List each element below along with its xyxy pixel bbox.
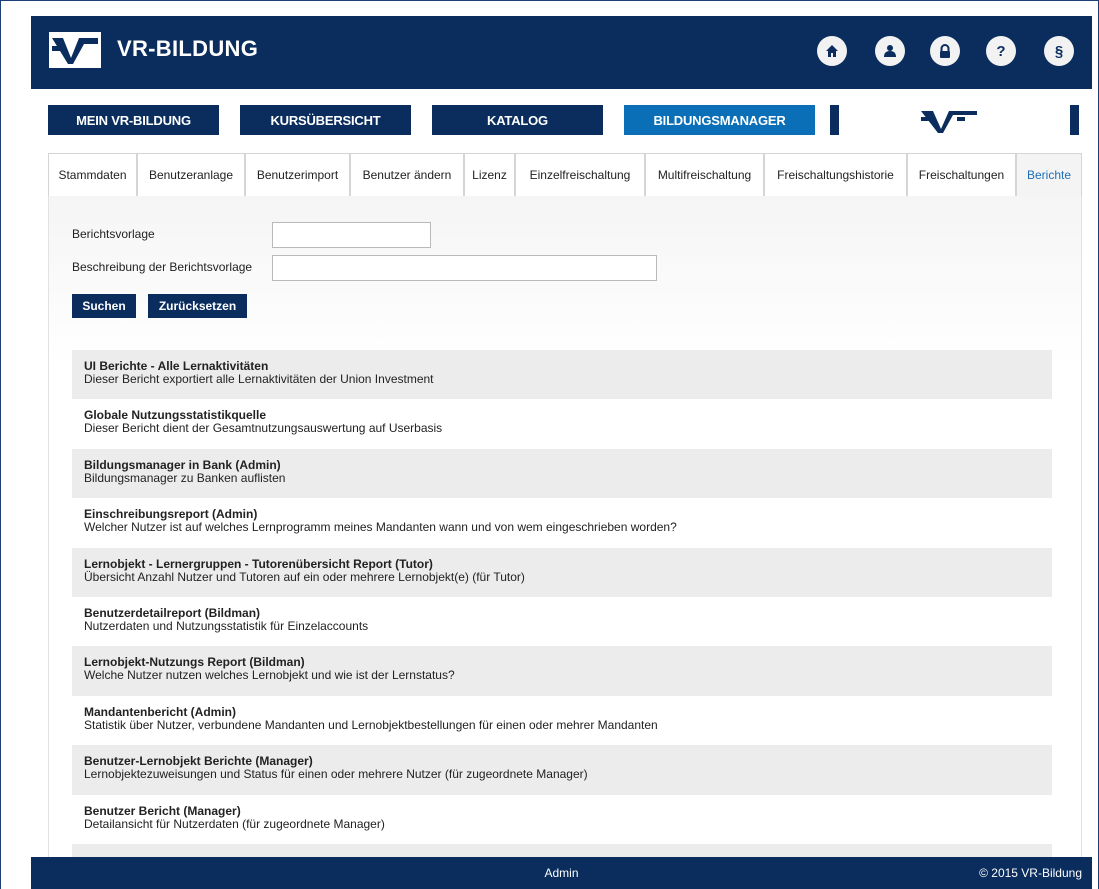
nav-bildungsmanager[interactable]: BILDUNGSMANAGER (624, 105, 815, 135)
help-icon[interactable]: ? (986, 36, 1016, 66)
footer-copyright: © 2015 VR-Bildung (979, 866, 1082, 880)
template-label: Berichtsvorlage (72, 227, 155, 241)
lock-icon[interactable] (930, 36, 960, 66)
report-description: Dieser Bericht exportiert alle Lernaktiv… (84, 372, 434, 386)
vr-logo-small (919, 105, 979, 135)
app: VR-BILDUNG ? § MEIN VR-BILDUNG KURSÜBERS… (31, 16, 1092, 889)
content-panel: Berichtsvorlage Beschreibung der Bericht… (48, 196, 1082, 874)
tab-benutzerimport[interactable]: Benutzerimport (245, 153, 350, 196)
tab-lizenz[interactable]: Lizenz (464, 153, 515, 196)
header: VR-BILDUNG ? § (31, 16, 1092, 89)
home-icon[interactable] (817, 36, 847, 66)
paragraph-icon[interactable]: § (1044, 36, 1074, 66)
report-description: Welcher Nutzer ist auf welches Lernprogr… (84, 520, 677, 535)
report-item[interactable]: Benutzer Bericht (Manager) Detailansicht… (72, 795, 1052, 844)
nav-kursuebersicht[interactable]: KURSÜBERSICHT (240, 105, 411, 135)
nav-mein-vr-bildung[interactable]: MEIN VR-BILDUNG (48, 105, 219, 135)
tab-stammdaten[interactable]: Stammdaten (48, 153, 137, 196)
footer-user: Admin (544, 866, 579, 880)
main-nav: MEIN VR-BILDUNG KURSÜBERSICHT KATALOG BI… (31, 105, 1092, 135)
nav-divider (830, 105, 839, 135)
tab-einzelfreischaltung[interactable]: Einzelfreischaltung (515, 153, 645, 196)
tab-benutzer-aendern[interactable]: Benutzer ändern (350, 153, 464, 196)
report-description: Statistik über Nutzer, verbundene Mandan… (84, 717, 658, 732)
report-title[interactable]: Benutzerdetailreport (Bildman) (84, 606, 1040, 620)
report-item[interactable]: Mandantenbericht (Admin) Statistik über … (72, 696, 1052, 745)
vr-logo[interactable] (49, 32, 101, 68)
tab-benutzeranlage[interactable]: Benutzeranlage (137, 153, 245, 196)
tab-berichte[interactable]: Berichte (1016, 153, 1082, 196)
tab-multifreischaltung[interactable]: Multifreischaltung (645, 153, 764, 196)
nav-divider-right (1070, 105, 1079, 135)
report-title[interactable]: Lernobjekt - Lernergruppen - Tutorenüber… (84, 557, 1040, 571)
reset-button[interactable]: Zurücksetzen (148, 294, 247, 318)
template-input[interactable] (272, 222, 431, 248)
report-item[interactable]: Benutzer-Lernobjekt Berichte (Manager) L… (72, 745, 1052, 795)
description-input[interactable] (272, 255, 657, 281)
report-item[interactable]: UI Berichte - Alle Lernaktivitäten Diese… (72, 350, 1052, 400)
report-description: Dieser Bericht dient der Gesamtnutzungsa… (84, 421, 443, 436)
report-item[interactable]: Lernobjekt - Lernergruppen - Tutorenüber… (72, 547, 1052, 597)
report-title[interactable]: Mandantenbericht (Admin) (84, 705, 1040, 719)
report-title[interactable]: Bildungsmanager in Bank (Admin) (84, 458, 1040, 472)
report-description: Übersicht Anzahl Nutzer und Tutoren auf … (84, 569, 525, 584)
footer: Admin © 2015 VR-Bildung (31, 857, 1092, 889)
search-button[interactable]: Suchen (72, 294, 136, 318)
report-title[interactable]: Benutzer Bericht (Manager) (84, 804, 1040, 818)
tab-freischaltungshistorie[interactable]: Freischaltungshistorie (764, 153, 907, 196)
description-label: Beschreibung der Berichtsvorlage (72, 260, 253, 274)
report-item[interactable]: Globale Nutzungsstatistikquelle Dieser B… (72, 399, 1052, 448)
report-item[interactable]: Bildungsmanager in Bank (Admin) Bildungs… (72, 448, 1052, 499)
nav-katalog[interactable]: KATALOG (432, 105, 603, 135)
report-description: Welche Nutzer nutzen welches Lernobjekt … (84, 668, 455, 683)
report-description: Nutzerdaten und Nutzungsstatistik für Ei… (84, 618, 369, 633)
sub-tabs: Stammdaten Benutzeranlage Benutzerimport… (48, 153, 1082, 196)
report-description: Bildungsmanager zu Banken auflisten (84, 470, 286, 485)
report-item[interactable]: Benutzerdetailreport (Bildman) Nutzerdat… (72, 597, 1052, 646)
report-description: Lernobjektezuweisungen und Status für ei… (84, 767, 588, 782)
report-description: Detailansicht für Nutzerdaten (für zugeo… (84, 816, 385, 831)
report-item[interactable]: Lernobjekt-Nutzungs Report (Bildman) Wel… (72, 646, 1052, 696)
report-item[interactable]: Einschreibungsreport (Admin) Welcher Nut… (72, 498, 1052, 547)
brand-title[interactable]: VR-BILDUNG (117, 36, 258, 62)
tab-freischaltungen[interactable]: Freischaltungen (907, 153, 1016, 196)
user-icon[interactable] (875, 36, 905, 66)
report-list: UI Berichte - Alle Lernaktivitäten Diese… (72, 350, 1052, 874)
